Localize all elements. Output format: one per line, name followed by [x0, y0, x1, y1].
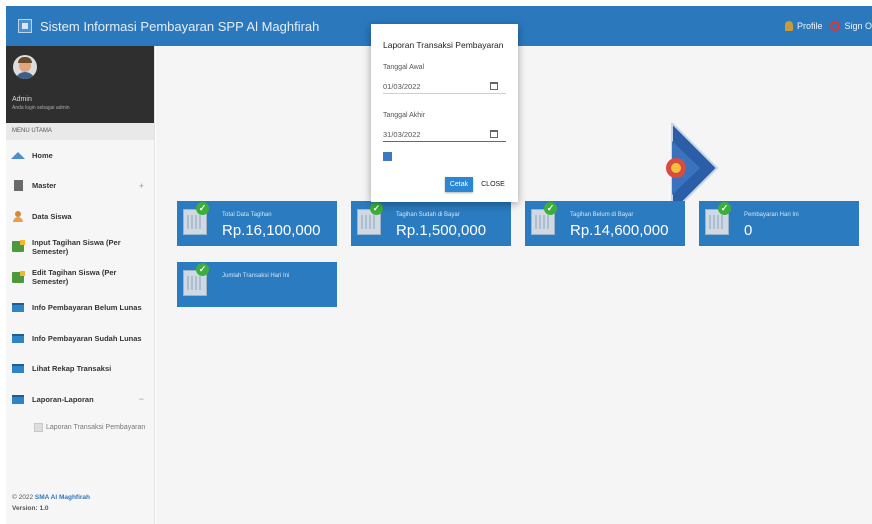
sidebar-item-label: Home: [32, 150, 53, 160]
sidebar-item-label: Info Pembayaran Sudah Lunas: [32, 333, 142, 343]
footer-year: © 2022: [12, 494, 34, 501]
app-logo-icon: [18, 19, 32, 33]
document-icon: [12, 394, 24, 405]
sidebar-item-rekap-transaksi[interactable]: Lihat Rekap Transaksi: [6, 354, 154, 385]
report-icon: [34, 422, 43, 432]
avatar: [13, 55, 37, 79]
signout-label: Sign O: [844, 21, 872, 31]
profile-link[interactable]: Profile: [784, 21, 823, 31]
card-value: Rp.14,600,000: [570, 222, 669, 239]
sidebar-item-label: Input Tagihan Siswa (Per Semester): [32, 237, 121, 256]
sidebar-item-label: Info Pembayaran Belum Lunas: [32, 303, 142, 313]
footer-version: 1.0: [39, 505, 49, 512]
sidebar-item-label: Master: [32, 181, 57, 191]
profile-icon: [784, 21, 793, 31]
sidebar-item-sudah-lunas[interactable]: Info Pembayaran Sudah Lunas: [6, 323, 154, 354]
app-title: Sistem Informasi Pembayaran SPP Al Maghf…: [40, 18, 320, 34]
sidebar-item-label: Laporan-Laporan: [32, 394, 94, 404]
school-emblem-logo: [666, 123, 719, 213]
summary-card-total-tagihan: ✓ Total Data Tagihan Rp.16,100,000: [177, 201, 337, 246]
folder-icon: [12, 180, 24, 192]
card-label: Jumlah Transaksi Hari Ini: [222, 273, 290, 279]
sidebar-item-label: Edit Tagihan Siswa (Per Semester): [32, 268, 117, 287]
sidebar-item-master[interactable]: Master +: [6, 171, 154, 202]
signout-link[interactable]: Sign O: [830, 21, 872, 31]
document-icon: [12, 333, 24, 344]
summary-card-pembayaran-hari-ini: ✓ Pembayaran Hari Ini 0: [699, 201, 859, 246]
sidebar-item-data-siswa[interactable]: Data Siswa: [6, 201, 154, 232]
sidebar-subitem-label: Laporan Transaksi Pembayaran: [46, 423, 146, 431]
user-panel: Admin Anda login sebagai admin: [6, 46, 154, 123]
sidebar-subitem-laporan-transaksi[interactable]: Laporan Transaksi Pembayaran: [6, 415, 154, 440]
sidebar-item-belum-lunas[interactable]: Info Pembayaran Belum Lunas: [6, 293, 154, 324]
sidebar-item-home[interactable]: Home: [6, 140, 154, 171]
card-label: Pembayaran Hari Ini: [744, 212, 799, 218]
card-value: 0: [744, 222, 753, 239]
summary-card-sudah-bayar: ✓ Tagihan Sudah di Bayar Rp.1,500,000: [351, 201, 511, 246]
card-value: Rp.1,500,000: [396, 222, 487, 239]
person-icon: [12, 210, 24, 222]
print-button[interactable]: Cetak: [445, 177, 473, 192]
calendar-icon[interactable]: [490, 130, 498, 138]
home-icon: [11, 150, 25, 161]
profile-label: Profile: [796, 21, 823, 31]
expand-icon[interactable]: +: [139, 181, 144, 191]
sidebar-footer: © 2022 SMA Al Maghfirah Version: 1.0: [12, 492, 90, 514]
sidebar-item-laporan[interactable]: Laporan-Laporan −: [6, 384, 154, 415]
end-date-label: Tanggal Akhir: [383, 112, 426, 119]
user-role-text: Anda login sebagai admin: [12, 105, 70, 111]
close-button[interactable]: CLOSE: [479, 177, 507, 192]
check-icon: ✓: [544, 202, 557, 215]
sidebar-item-input-tagihan[interactable]: Input Tagihan Siswa (Per Semester): [6, 232, 154, 263]
card-label: Total Data Tagihan: [222, 212, 272, 218]
collapse-icon[interactable]: −: [139, 394, 144, 404]
summary-card-belum-bayar: ✓ Tagihan Belum di Bayar Rp.14,600,000: [525, 201, 685, 246]
footer-version-label: Version:: [12, 505, 38, 512]
text-selection-highlight: [383, 152, 392, 161]
check-icon: ✓: [196, 263, 209, 276]
sidebar-item-edit-tagihan[interactable]: Edit Tagihan Siswa (Per Semester): [6, 262, 154, 293]
edit-icon: [12, 270, 25, 283]
menu-header: MENU UTAMA: [6, 123, 154, 140]
power-icon: [830, 21, 841, 31]
footer-brand-link[interactable]: SMA Al Maghfirah: [35, 494, 90, 501]
check-icon: ✓: [370, 202, 383, 215]
document-icon: [12, 302, 24, 313]
sidebar: Admin Anda login sebagai admin MENU UTAM…: [6, 46, 155, 524]
end-date-input[interactable]: [383, 128, 506, 142]
sidebar-item-label: Data Siswa: [32, 211, 72, 221]
start-date-input[interactable]: [383, 80, 506, 94]
check-icon: ✓: [196, 202, 209, 215]
card-label: Tagihan Belum di Bayar: [570, 212, 634, 218]
check-icon: ✓: [718, 202, 731, 215]
report-date-modal: Laporan Transaksi Pembayaran Tanggal Awa…: [371, 24, 518, 202]
document-icon: [12, 363, 24, 374]
start-date-label: Tanggal Awal: [383, 64, 425, 71]
edit-icon: [12, 240, 25, 253]
sidebar-item-label: Lihat Rekap Transaksi: [32, 364, 112, 374]
modal-title: Laporan Transaksi Pembayaran: [383, 40, 504, 50]
calendar-icon[interactable]: [490, 82, 498, 90]
card-value: Rp.16,100,000: [222, 222, 321, 239]
summary-card-transaksi-hari-ini: ✓ Jumlah Transaksi Hari Ini: [177, 262, 337, 307]
user-name: Admin: [12, 96, 32, 103]
card-label: Tagihan Sudah di Bayar: [396, 212, 460, 218]
